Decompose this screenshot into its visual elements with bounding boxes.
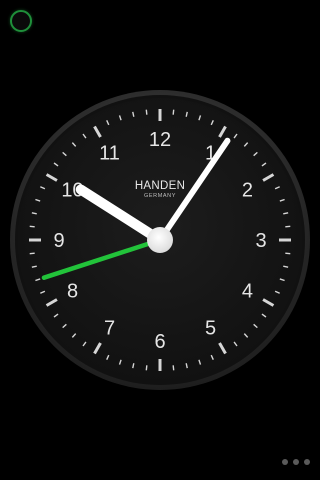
circle-outline-icon[interactable] [10,10,32,32]
minute-tick [172,109,175,115]
page-dot[interactable] [304,459,310,465]
minute-tick [285,225,291,228]
numeral-11: 11 [99,143,120,165]
numeral-5: 5 [205,317,216,339]
numeral-8: 8 [67,281,78,303]
minute-tick [145,365,148,371]
page-dot[interactable] [282,459,288,465]
center-cap [147,227,173,253]
analog-clock: 12 1 2 3 4 5 6 7 8 9 10 11 HANDEN GERMAN… [0,80,320,400]
minute-tick [29,225,35,228]
numeral-2: 2 [242,180,253,202]
minute-tick [29,252,35,255]
brand-origin: GERMANY [144,193,176,199]
numeral-9: 9 [53,230,64,252]
clock-face-svg: 12 1 2 3 4 5 6 7 8 9 10 11 HANDEN GERMAN… [10,90,310,390]
numeral-3: 3 [255,230,266,252]
page-dots-icon[interactable] [282,459,310,465]
minute-tick [172,365,175,371]
minute-tick [285,252,291,255]
minute-tick [145,109,148,115]
numeral-6: 6 [154,331,165,353]
brand-name: HANDEN [135,180,185,192]
page-dot[interactable] [293,459,299,465]
numeral-12: 12 [149,129,171,151]
clock-app: 12 1 2 3 4 5 6 7 8 9 10 11 HANDEN GERMAN… [0,0,320,480]
numeral-7: 7 [104,317,115,339]
numeral-4: 4 [242,281,253,303]
